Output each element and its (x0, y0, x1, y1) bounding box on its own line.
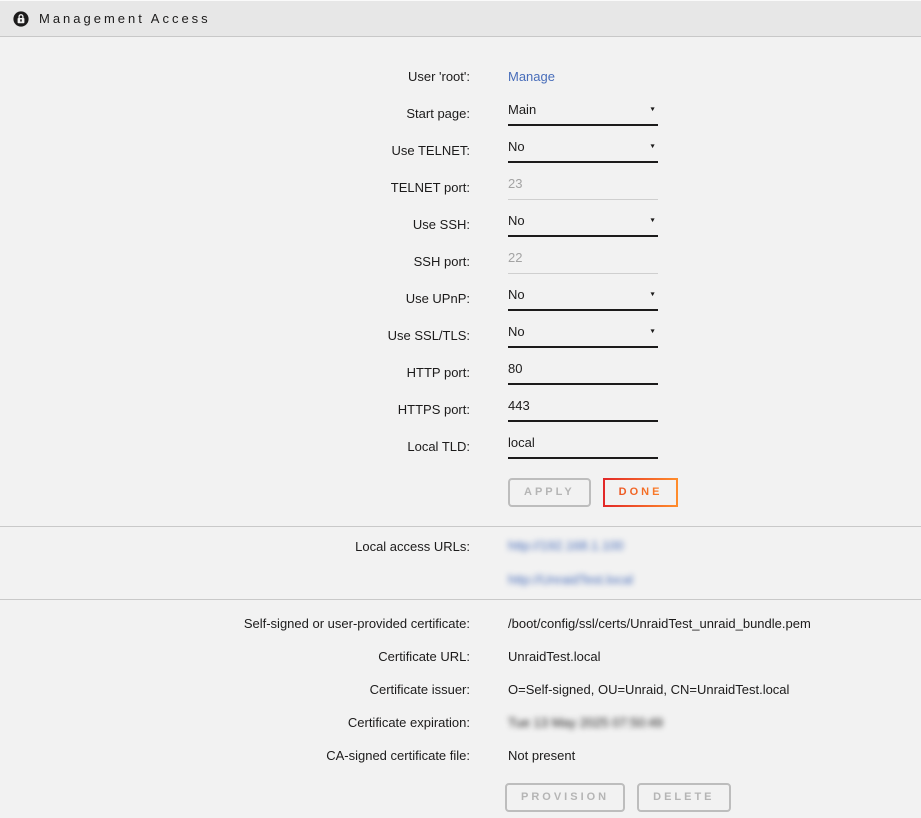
ssh-port-label: SSH port: (0, 254, 470, 269)
row-cert-issuer: Certificate issuer: O=Self-signed, OU=Un… (0, 673, 921, 706)
row-use-upnp: Use UPnP: No ▼ (0, 280, 921, 317)
start-page-value: Main (508, 102, 536, 117)
use-ssl-label: Use SSL/TLS: (0, 328, 470, 343)
telnet-port-input (508, 175, 658, 200)
ssh-port-input (508, 249, 658, 274)
row-cert-url: Certificate URL: UnraidTest.local (0, 640, 921, 673)
use-upnp-value: No (508, 287, 525, 302)
http-port-input[interactable] (508, 360, 658, 385)
local-access-urls-label: Local access URLs: (0, 537, 470, 554)
use-ssh-label: Use SSH: (0, 217, 470, 232)
apply-button[interactable]: APPLY (508, 478, 591, 507)
user-root-label: User 'root': (0, 69, 470, 84)
row-local-tld: Local TLD: (0, 428, 921, 465)
management-access-form: User 'root': Manage Start page: Main ▼ U… (0, 37, 921, 507)
certificate-section: Self-signed or user-provided certificate… (0, 600, 921, 812)
row-use-ssh: Use SSH: No ▼ (0, 206, 921, 243)
row-cert-file: Self-signed or user-provided certificate… (0, 607, 921, 640)
row-use-ssl: Use SSL/TLS: No ▼ (0, 317, 921, 354)
manage-root-link[interactable]: Manage (508, 69, 555, 84)
row-ca-cert: CA-signed certificate file: Not present (0, 739, 921, 772)
use-upnp-label: Use UPnP: (0, 291, 470, 306)
http-port-label: HTTP port: (0, 365, 470, 380)
row-ssh-port: SSH port: (0, 243, 921, 280)
use-upnp-select[interactable]: No ▼ (508, 286, 658, 311)
row-https-port: HTTPS port: (0, 391, 921, 428)
chevron-down-icon: ▼ (649, 217, 656, 223)
ca-cert-label: CA-signed certificate file: (0, 748, 470, 763)
ca-cert-value: Not present (508, 748, 575, 763)
chevron-down-icon: ▼ (649, 106, 656, 112)
cert-issuer-value: O=Self-signed, OU=Unraid, CN=UnraidTest.… (508, 682, 789, 697)
chevron-down-icon: ▼ (649, 291, 656, 297)
use-ssl-select[interactable]: No ▼ (508, 323, 658, 348)
cert-expiration-label: Certificate expiration: (0, 715, 470, 730)
row-cert-expiration: Certificate expiration: Tue 13 May 2025 … (0, 706, 921, 739)
row-telnet-port: TELNET port: (0, 169, 921, 206)
local-access-url-redacted[interactable]: http://192.168.1.100 (508, 538, 633, 553)
chevron-down-icon: ▼ (649, 143, 656, 149)
https-port-label: HTTPS port: (0, 402, 470, 417)
row-use-telnet: Use TELNET: No ▼ (0, 132, 921, 169)
local-tld-label: Local TLD: (0, 439, 470, 454)
provision-button[interactable]: PROVISION (505, 783, 625, 812)
telnet-port-label: TELNET port: (0, 180, 470, 195)
use-ssh-value: No (508, 213, 525, 228)
use-telnet-value: No (508, 139, 525, 154)
lock-circle-icon (13, 11, 29, 27)
start-page-label: Start page: (0, 106, 470, 121)
row-user-root: User 'root': Manage (0, 58, 921, 95)
local-access-url-redacted[interactable]: http://UnraidTest.local (508, 572, 633, 587)
cert-url-value: UnraidTest.local (508, 649, 601, 664)
cert-expiration-value-redacted: Tue 13 May 2025 07:50:49 (508, 715, 663, 730)
page-header: Management Access (0, 0, 921, 37)
use-ssl-value: No (508, 324, 525, 339)
use-ssh-select[interactable]: No ▼ (508, 212, 658, 237)
start-page-select[interactable]: Main ▼ (508, 101, 658, 126)
chevron-down-icon: ▼ (649, 328, 656, 334)
local-tld-input[interactable] (508, 434, 658, 459)
local-access-section: Local access URLs: http://192.168.1.100 … (0, 527, 921, 599)
row-start-page: Start page: Main ▼ (0, 95, 921, 132)
use-telnet-select[interactable]: No ▼ (508, 138, 658, 163)
cert-issuer-label: Certificate issuer: (0, 682, 470, 697)
cert-url-label: Certificate URL: (0, 649, 470, 664)
done-button[interactable]: DONE (603, 478, 679, 507)
row-http-port: HTTP port: (0, 354, 921, 391)
cert-file-value: /boot/config/ssl/certs/UnraidTest_unraid… (508, 616, 811, 631)
cert-file-label: Self-signed or user-provided certificate… (0, 616, 470, 631)
delete-button[interactable]: DELETE (637, 783, 730, 812)
https-port-input[interactable] (508, 397, 658, 422)
page-title: Management Access (39, 11, 211, 26)
use-telnet-label: Use TELNET: (0, 143, 470, 158)
